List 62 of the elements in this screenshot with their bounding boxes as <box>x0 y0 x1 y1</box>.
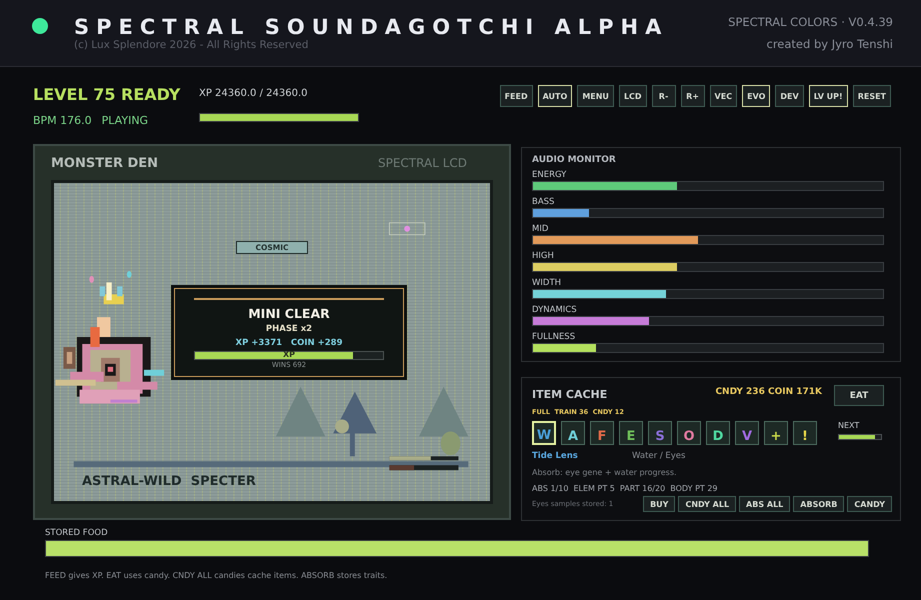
xp-bar-label: XP <box>282 350 296 359</box>
item-slot[interactable]: E <box>619 421 643 445</box>
action-button[interactable]: CNDY ALL <box>678 496 736 512</box>
item-description: Absorb: eye gene + water progress. <box>532 468 678 477</box>
action-button[interactable]: ABSORB <box>793 496 844 512</box>
phase-text: PHASE x2 <box>266 324 312 334</box>
meter-label: BASS <box>532 197 556 207</box>
toolbar-button[interactable]: LCD <box>618 85 647 107</box>
action-button[interactable]: BUY <box>643 496 676 512</box>
app-title: SPECTRAL SOUNDAGOTCHI ALPHA <box>74 15 670 39</box>
level-status: LEVEL 75 READY <box>33 85 182 104</box>
meter-label: FULLNESS <box>532 332 576 342</box>
toolbar-button[interactable]: R+ <box>680 85 705 107</box>
item-name: Tide Lens <box>532 451 579 461</box>
toolbar-button[interactable]: RESET <box>852 85 891 107</box>
toolbar-button[interactable]: EVO <box>742 85 770 107</box>
toolbar-button[interactable]: DEV <box>775 85 804 107</box>
eat-button[interactable]: EAT <box>834 385 884 406</box>
currency-totals: CNDY 236 COIN 171K <box>715 386 822 397</box>
item-slot[interactable]: D <box>706 421 730 445</box>
help-text: FEED gives XP. EAT uses candy. CNDY ALL candies cache items. ABSORB stores traits. <box>45 571 388 580</box>
toolbar-button[interactable]: FEED <box>500 85 533 107</box>
item-slot[interactable]: F <box>590 421 614 445</box>
credit-text: created by Jyro Tenshi <box>766 37 893 51</box>
reward-text: XP +3371 COIN +289 <box>236 338 342 348</box>
den-title: MONSTER DEN <box>51 156 158 171</box>
toolbar-button[interactable]: LV UP! <box>808 85 848 107</box>
floating-orb-frame <box>389 222 426 236</box>
meter-label: WIDTH <box>532 278 562 288</box>
meter-label: HIGH <box>532 251 555 261</box>
lcd-mode-label: SPECTRAL LCD <box>378 156 467 171</box>
meter-label: MID <box>532 224 550 234</box>
panel-title: AUDIO MONITOR <box>532 155 617 165</box>
item-slot[interactable]: V <box>735 421 759 445</box>
item-slot[interactable]: A <box>561 421 585 445</box>
action-button[interactable]: ABS ALL <box>739 496 790 512</box>
stored-food-label: STORED FOOD <box>45 528 109 538</box>
meter-label: DYNAMICS <box>532 305 578 315</box>
creature-name: ASTRAL-WILD SPECTER <box>82 474 256 489</box>
playback-state: PLAYING <box>102 114 148 127</box>
next-label: NEXT <box>838 421 860 430</box>
action-button[interactable]: CANDY <box>847 496 892 512</box>
toolbar-button[interactable]: R- <box>652 85 676 107</box>
item-slot[interactable]: O <box>677 421 701 445</box>
popup-title: MINI CLEAR <box>248 306 330 321</box>
health-bars-drawing <box>389 456 458 470</box>
toolbar-button[interactable]: MENU <box>577 85 614 107</box>
item-slot[interactable]: + <box>764 421 788 445</box>
xp-text: XP 24360.0 / 24360.0 <box>199 88 308 99</box>
item-slot[interactable]: W <box>532 421 556 445</box>
item-slot[interactable]: S <box>648 421 672 445</box>
panel-title: ITEM CACHE <box>532 387 608 401</box>
orb-icon <box>404 226 410 232</box>
item-slot[interactable]: ! <box>793 421 817 445</box>
version-text: SPECTRAL COLORS · V0.4.39 <box>728 15 893 29</box>
item-stats: ABS 1/10 ELEM PT 5 PART 16/20 BODY PT 29 <box>532 484 718 493</box>
meter-label: ENERGY <box>532 170 568 180</box>
toolbar-button[interactable]: VEC <box>710 85 738 107</box>
item-type: Water / Eyes <box>632 451 686 461</box>
copyright-text: (c) Lux Splendore 2026 - All Rights Reserved <box>74 39 310 51</box>
bpm-text: BPM 176.0 <box>33 114 92 127</box>
toolbar-button[interactable]: AUTO <box>538 85 572 107</box>
